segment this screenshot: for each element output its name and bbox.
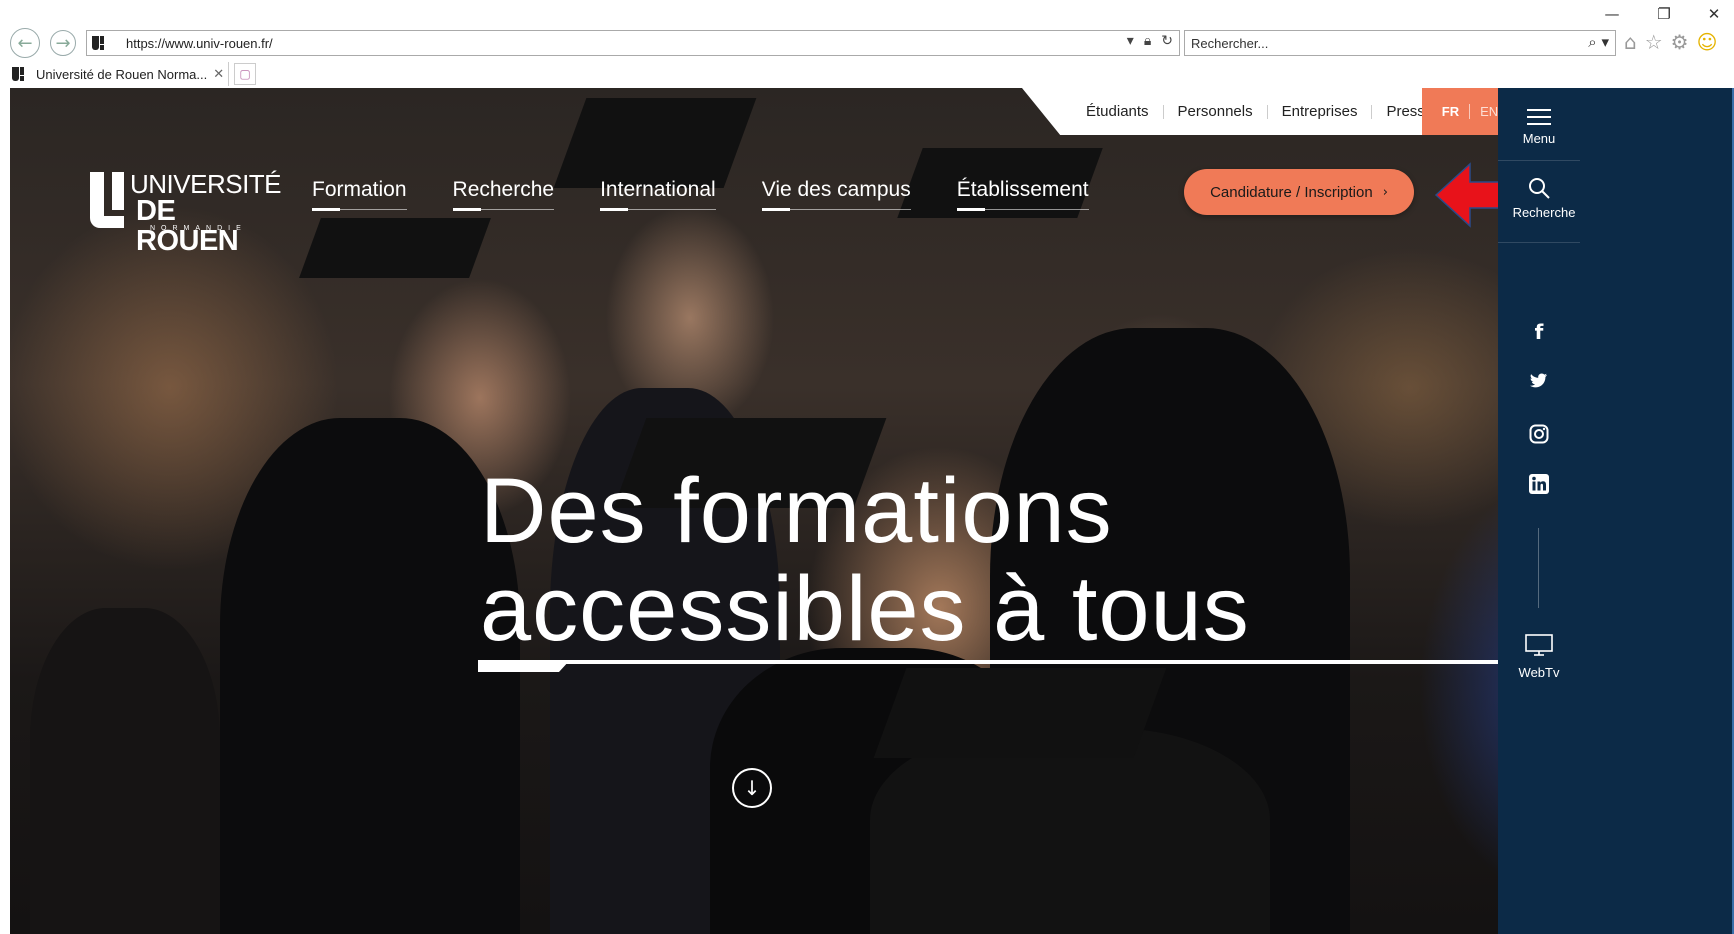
- webtv-label: WebTv: [1518, 665, 1560, 680]
- logo-line3: NORMANDIE: [150, 225, 247, 232]
- menu-button[interactable]: Menu: [1498, 98, 1580, 162]
- utility-links: Étudiants Personnels Entreprises Presse: [1072, 88, 1447, 135]
- search-label: Recherche: [1512, 205, 1576, 220]
- new-tab-icon: ▢: [239, 67, 251, 81]
- scroll-down-button[interactable]: ↓: [732, 768, 772, 808]
- address-bar[interactable]: https://www.univ-rouen.fr/ ▾ 🔒︎ ↻: [86, 30, 1180, 56]
- utility-link-entreprises[interactable]: Entreprises: [1268, 104, 1373, 119]
- nav-recherche[interactable]: Recherche: [452, 178, 554, 211]
- close-window-button[interactable]: ✕: [1694, 0, 1734, 28]
- settings-gear-icon[interactable]: ⚙: [1671, 30, 1689, 54]
- lock-icon[interactable]: 🔒︎: [1144, 33, 1151, 49]
- chevron-right-icon: ›: [1382, 184, 1388, 200]
- lang-fr-link[interactable]: FR: [1442, 104, 1471, 119]
- logo-line1: UNIVERSITÉ: [130, 169, 282, 199]
- tab-strip: [0, 60, 1734, 88]
- instagram-icon[interactable]: [1498, 424, 1580, 449]
- logo-u-icon: [90, 172, 124, 228]
- headline-rule: [478, 660, 1658, 664]
- back-arrow-icon: ←: [17, 32, 33, 54]
- forward-arrow-icon: →: [55, 32, 71, 54]
- arrow-down-icon: ↓: [743, 776, 761, 800]
- university-logo[interactable]: UNIVERSITÉ DE ROUEN NORMANDIE: [90, 168, 282, 256]
- headline-line2: accessibles à tous: [480, 558, 1250, 660]
- menu-label: Menu: [1522, 131, 1556, 146]
- hamburger-icon: [1527, 109, 1551, 125]
- hero-headline: Des formations accessibles à tous: [480, 462, 1250, 658]
- site-favicon-icon: [92, 35, 108, 51]
- nav-formation[interactable]: Formation: [312, 178, 407, 211]
- home-icon[interactable]: ⌂: [1624, 30, 1637, 54]
- monitor-icon: [1525, 634, 1553, 656]
- browser-tools: ⌂ ☆ ⚙ ☺: [1624, 30, 1717, 54]
- browser-tab-active[interactable]: Université de Rouen Norma... ✕: [8, 62, 229, 86]
- headline-line1: Des formations: [480, 460, 1113, 562]
- page-viewport: Étudiants Personnels Entreprises Presse …: [10, 88, 1734, 934]
- nav-international[interactable]: International: [600, 178, 716, 211]
- nav-etablissement[interactable]: Établissement: [956, 178, 1089, 211]
- candidature-inscription-button[interactable]: Candidature / Inscription ›: [1184, 169, 1414, 215]
- url-text[interactable]: https://www.univ-rouen.fr/: [126, 36, 273, 51]
- utility-link-etudiants[interactable]: Étudiants: [1072, 104, 1164, 119]
- back-button[interactable]: ←: [10, 28, 40, 58]
- search-icon[interactable]: ⌕: [1588, 33, 1596, 51]
- tab-close-icon[interactable]: ✕: [213, 67, 224, 82]
- forward-button[interactable]: →: [50, 30, 76, 56]
- tab-title: Université de Rouen Norma...: [36, 66, 208, 82]
- window-titlebar: — ❐ ✕: [0, 0, 1734, 28]
- nav-vie-des-campus[interactable]: Vie des campus: [761, 178, 911, 211]
- facebook-icon[interactable]: f: [1498, 320, 1580, 344]
- browser-search-input[interactable]: Rechercher... ⌕ ▾: [1184, 30, 1616, 56]
- refresh-icon[interactable]: ↻: [1161, 33, 1173, 49]
- feedback-smiley-icon[interactable]: ☺: [1697, 30, 1718, 54]
- tab-favicon-icon: [12, 66, 28, 82]
- sidebar-divider: [1538, 528, 1539, 608]
- restore-button[interactable]: ❐: [1644, 0, 1684, 28]
- utility-link-personnels[interactable]: Personnels: [1164, 104, 1268, 119]
- right-sidebar: Menu Recherche f WebTv: [1498, 88, 1734, 934]
- search-button[interactable]: Recherche: [1498, 176, 1580, 220]
- webtv-button[interactable]: WebTv: [1498, 634, 1580, 680]
- magnifier-icon: [1529, 178, 1550, 199]
- twitter-icon[interactable]: [1498, 373, 1580, 394]
- main-navigation: Formation Recherche International Vie de…: [312, 178, 1135, 211]
- headline-rule-accent: [478, 660, 570, 672]
- new-tab-button[interactable]: ▢: [234, 63, 256, 85]
- dropdown-icon[interactable]: ▾: [1127, 33, 1134, 49]
- search-placeholder: Rechercher...: [1191, 35, 1269, 51]
- minimize-button[interactable]: —: [1592, 0, 1632, 28]
- favorites-star-icon[interactable]: ☆: [1645, 30, 1663, 54]
- lang-en-link[interactable]: EN: [1470, 104, 1498, 119]
- linkedin-icon[interactable]: [1498, 474, 1580, 499]
- cta-label: Candidature / Inscription: [1210, 183, 1373, 201]
- search-dropdown-icon[interactable]: ▾: [1601, 33, 1609, 51]
